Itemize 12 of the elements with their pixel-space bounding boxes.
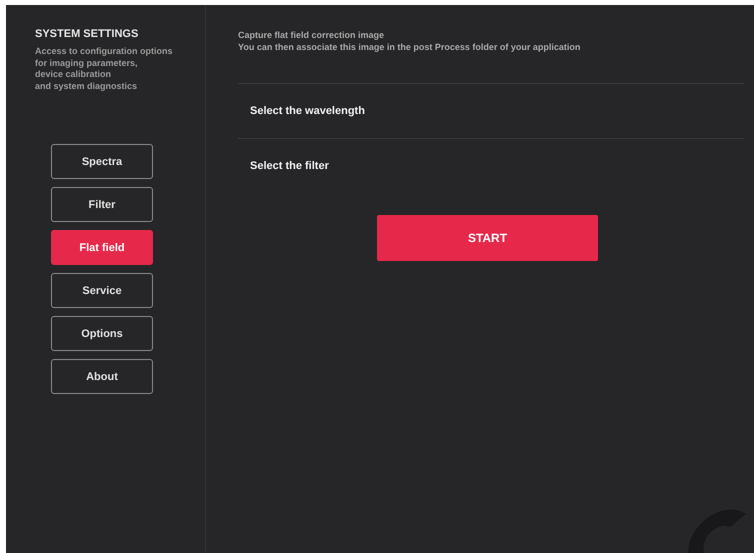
sidebar-description: Access to configuration options for imaging parameters, device calibration and system diagnostics [35, 46, 174, 92]
sidebar-title: SYSTEM SETTINGS [35, 28, 140, 40]
start-button[interactable]: START [377, 215, 598, 261]
option-label[interactable]: Select the wavelength [250, 105, 365, 117]
intro-text: Capture flat field correction image You can then associate this image in the post Process folder of your application [238, 30, 582, 53]
nav-button[interactable]: Flat field [51, 230, 153, 265]
nav-button[interactable]: About [51, 359, 153, 394]
nav-button[interactable]: Options [51, 316, 153, 351]
nav-button[interactable]: Service [51, 273, 153, 308]
option-label[interactable]: Select the filter [250, 160, 329, 172]
nav-button[interactable]: Spectra [51, 144, 153, 179]
nav-button[interactable]: Filter [51, 187, 153, 222]
